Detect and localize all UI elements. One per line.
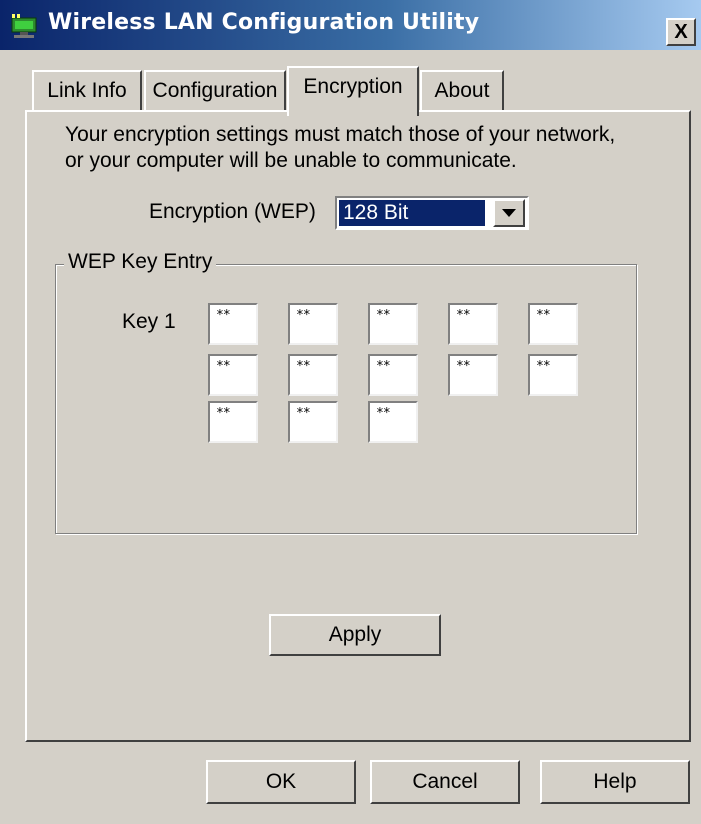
tab-link-info[interactable]: Link Info xyxy=(32,70,142,110)
wep-select-value: 128 Bit xyxy=(339,200,485,226)
description-line: or your computer will be unable to commu… xyxy=(65,149,517,172)
description-line: Your encryption settings must match thos… xyxy=(65,123,616,146)
key-byte-field[interactable]: ** xyxy=(208,303,258,345)
title-bar[interactable]: Wireless LAN Configuration Utility X xyxy=(0,0,701,50)
key-byte-field[interactable]: ** xyxy=(368,303,418,345)
key-byte-field[interactable]: ** xyxy=(448,354,498,396)
key-byte-field[interactable]: ** xyxy=(368,401,418,443)
close-icon: X xyxy=(674,21,688,43)
tab-about[interactable]: About xyxy=(420,70,504,110)
wep-key-groupbox: WEP Key Entry Key 1 ** ** ** ** ** ** **… xyxy=(55,250,637,534)
ok-button[interactable]: OK xyxy=(206,760,356,804)
key-byte-field[interactable]: ** xyxy=(368,354,418,396)
key-label: Key 1 xyxy=(122,310,176,333)
tab-encryption[interactable]: Encryption xyxy=(287,66,419,116)
tab-label: Encryption xyxy=(303,75,403,98)
chevron-down-icon[interactable] xyxy=(493,199,525,227)
tab-label: About xyxy=(434,79,490,102)
encryption-description: Your encryption settings must match thos… xyxy=(65,122,685,174)
group-title: WEP Key Entry xyxy=(64,250,217,274)
tab-label: Link Info xyxy=(47,79,127,102)
wep-label: Encryption (WEP) xyxy=(149,200,316,223)
close-button[interactable]: X xyxy=(666,18,696,46)
cancel-button[interactable]: Cancel xyxy=(370,760,520,804)
key-byte-field[interactable]: ** xyxy=(208,401,258,443)
key-byte-field[interactable]: ** xyxy=(208,354,258,396)
key-byte-field[interactable]: ** xyxy=(288,354,338,396)
wep-select[interactable]: 128 Bit xyxy=(335,196,529,230)
tab-label: Configuration xyxy=(152,79,278,102)
help-button[interactable]: Help xyxy=(540,760,690,804)
tab-configuration[interactable]: Configuration xyxy=(144,70,286,110)
key-byte-field[interactable]: ** xyxy=(288,401,338,443)
key-byte-field[interactable]: ** xyxy=(448,303,498,345)
network-adapter-icon xyxy=(11,14,37,38)
apply-button[interactable]: Apply xyxy=(269,614,441,656)
key-byte-field[interactable]: ** xyxy=(288,303,338,345)
key-byte-field[interactable]: ** xyxy=(528,354,578,396)
key-byte-field[interactable]: ** xyxy=(528,303,578,345)
encryption-panel: Your encryption settings must match thos… xyxy=(25,110,691,742)
window-title: Wireless LAN Configuration Utility xyxy=(48,10,480,35)
